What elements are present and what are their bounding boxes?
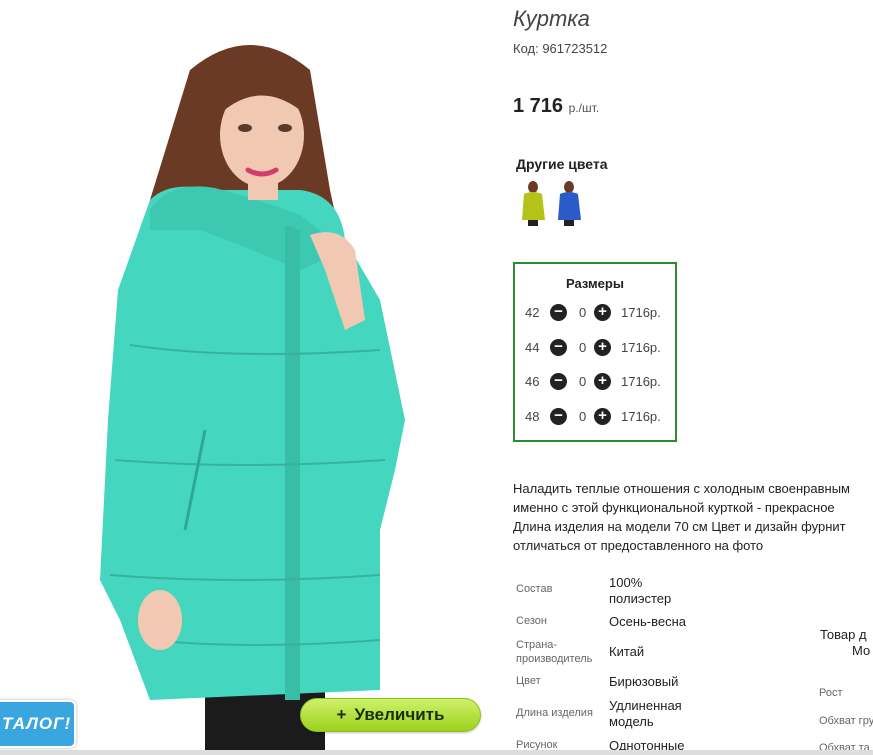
- sizes-title: Размеры: [566, 276, 624, 291]
- product-photo[interactable]: ТАЛОГ! + Увеличить: [0, 0, 492, 750]
- catalog-tab[interactable]: ТАЛОГ!: [0, 700, 76, 748]
- size-number: 46: [525, 374, 540, 389]
- property-value: Бирюзовый: [609, 674, 679, 689]
- size-quantity: 0: [579, 409, 587, 424]
- size-number: 42: [525, 305, 540, 320]
- price-unit: р./шт.: [568, 101, 600, 115]
- size-price: 1716р.: [621, 374, 661, 389]
- size-row: 48 − 0 + 1716р.: [523, 407, 673, 427]
- plus-icon[interactable]: +: [594, 304, 611, 321]
- zoom-button[interactable]: + Увеличить: [300, 698, 481, 732]
- property-label: Состав: [516, 583, 553, 595]
- property-label: Цвет: [516, 675, 541, 687]
- property-label: Сезон: [516, 615, 547, 627]
- property-value: 100% полиэстер: [609, 575, 672, 606]
- color-swatch-blue[interactable]: [554, 180, 584, 226]
- size-quantity: 0: [579, 305, 587, 320]
- size-number: 44: [525, 340, 540, 355]
- minus-icon[interactable]: −: [550, 339, 567, 356]
- minus-icon[interactable]: −: [550, 304, 567, 321]
- size-price: 1716р.: [621, 305, 661, 320]
- bottom-divider: [0, 750, 873, 755]
- plus-icon: +: [336, 705, 347, 724]
- minus-icon[interactable]: −: [550, 373, 567, 390]
- description-line: отличаться от предоставленного на фото: [513, 538, 764, 553]
- size-quantity: 0: [579, 340, 587, 355]
- product-page: ТАЛОГ! + Увеличить Куртка Код: 961723512 …: [0, 0, 873, 755]
- tovar-sub-label: Мо: [852, 643, 871, 658]
- other-colors-title: Другие цвета: [516, 156, 608, 172]
- tovar-label: Товар д: [820, 627, 867, 642]
- product-title: Куртка: [513, 6, 590, 31]
- description-line: Наладить теплые отношения с холодным сво…: [513, 481, 850, 496]
- property-value: Осень-весна: [609, 614, 687, 629]
- size-price: 1716р.: [621, 340, 661, 355]
- size-number: 48: [525, 409, 540, 424]
- obhvat-label: Обхват гру: [819, 715, 873, 727]
- plus-icon[interactable]: +: [594, 373, 611, 390]
- size-price: 1716р.: [621, 409, 661, 424]
- minus-icon[interactable]: −: [550, 408, 567, 425]
- color-swatch-yellow-green[interactable]: [518, 180, 548, 226]
- plus-icon[interactable]: +: [594, 339, 611, 356]
- size-row: 44 − 0 + 1716р.: [523, 338, 673, 358]
- size-row: 42 − 0 + 1716р.: [523, 303, 673, 323]
- property-value: Китай: [609, 644, 645, 659]
- description-line: Длина изделия на модели 70 см Цвет и диз…: [513, 519, 846, 534]
- size-row: 46 − 0 + 1716р.: [523, 372, 673, 392]
- property-label: Длина изделия: [516, 707, 593, 719]
- product-description: Наладить теплые отношения с холодным сво…: [513, 479, 873, 555]
- sizes-box: Размеры 42 − 0 + 1716р. 44 − 0 + 1716р. …: [513, 262, 677, 442]
- rost-label: Рост: [819, 687, 843, 699]
- zoom-button-label: Увеличить: [354, 705, 445, 724]
- property-value: Удлиненная модель: [609, 698, 682, 729]
- property-label: Страна- производитель: [516, 639, 593, 665]
- description-line: именно с этой функциональной курткой - п…: [513, 500, 835, 515]
- product-code: Код: 961723512: [513, 41, 608, 56]
- product-price: 1 716 р./шт.: [513, 95, 599, 118]
- size-quantity: 0: [579, 374, 587, 389]
- plus-icon[interactable]: +: [594, 408, 611, 425]
- price-value: 1 716: [513, 95, 564, 117]
- jacket-model-image: [100, 45, 405, 750]
